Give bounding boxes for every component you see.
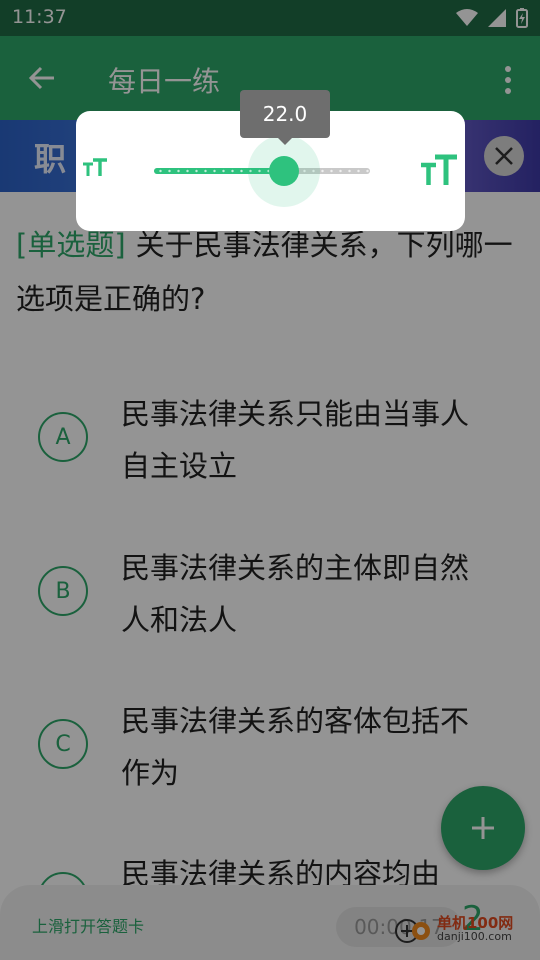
font-size-slider[interactable] [154, 135, 370, 207]
slider-value-tooltip: 22.0 [240, 90, 330, 145]
slider-thumb[interactable] [269, 156, 299, 186]
font-size-large-icon [421, 154, 457, 185]
font-size-small-icon [83, 158, 107, 176]
